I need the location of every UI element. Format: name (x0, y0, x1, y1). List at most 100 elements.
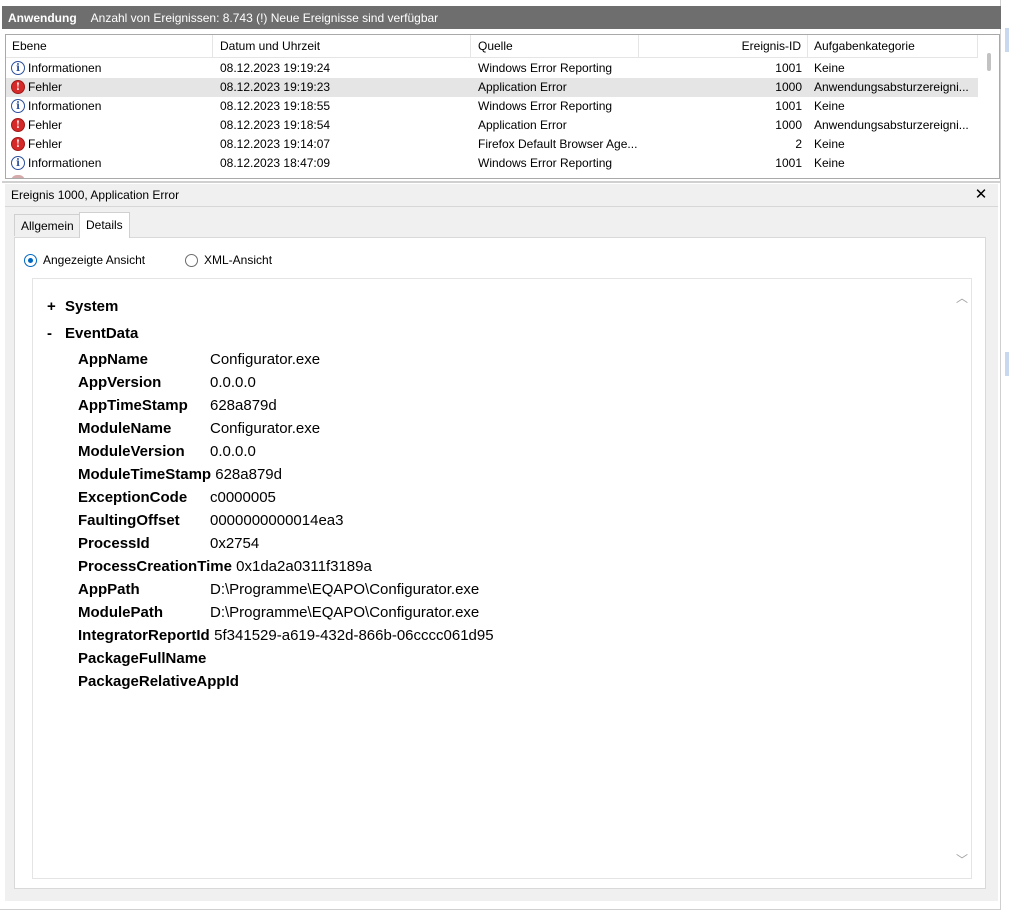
event-level: Fehler (28, 137, 63, 151)
field-name: ProcessCreationTime (78, 558, 232, 575)
field-value: 0x1da2a0311f3189a (236, 558, 372, 575)
field-row: ExceptionCode c0000005 (78, 486, 276, 509)
event-level: Informationen (28, 99, 102, 113)
column-header-task-category[interactable]: Aufgabenkategorie (808, 35, 978, 57)
event-datetime: 08.12.2023 19:19:24 (220, 61, 331, 75)
event-row[interactable]: ! Fehler 08.12.2023 19:18:54 Application… (6, 116, 978, 135)
events-list-header: Ebene Datum und Uhrzeit Quelle Ereignis-… (6, 35, 978, 58)
field-row: ModuleVersion 0.0.0.0 (78, 440, 256, 463)
field-row: AppName Configurator.exe (78, 348, 320, 371)
collapse-icon[interactable]: - (47, 325, 65, 342)
field-value: 628a879d (215, 466, 282, 483)
chevron-up-icon[interactable]: ︿ (955, 289, 969, 306)
field-name: ModulePath (78, 604, 163, 621)
event-level: Informationen (28, 61, 102, 75)
field-value: 0.0.0.0 (210, 374, 256, 391)
scrollbar-thumb[interactable] (987, 53, 991, 71)
event-category: Anwendungsabsturzereigni... (814, 80, 969, 94)
event-detail-header: Ereignis 1000, Application Error ✕ (5, 184, 998, 207)
event-datetime: 08.12.2023 18:47:09 (220, 156, 331, 170)
field-row: ModuleTimeStamp 628a879d (78, 463, 282, 486)
events-list-scrollbar[interactable] (980, 35, 999, 178)
column-header-source[interactable]: Quelle (471, 35, 639, 57)
field-value: Configurator.exe (210, 351, 321, 368)
event-category: Keine (814, 137, 845, 151)
event-level: Fehler (28, 118, 63, 132)
event-data-view[interactable]: ︿ ﹀ + System - EventData AppName Configurat… (32, 278, 972, 879)
event-row[interactable]: i Informationen 08.12.2023 19:18:55 Wind… (6, 97, 978, 116)
column-header-datetime[interactable]: Datum und Uhrzeit (213, 35, 471, 57)
field-row: IntegratorReportId 5f341529-a619-432d-86… (78, 624, 494, 647)
field-value: Configurator.exe (210, 420, 321, 437)
event-row[interactable]: ! Fehler 08.12.2023 19:14:07 Firefox Def… (6, 135, 978, 154)
radio-friendly-view[interactable]: Angezeigte Ansicht (24, 252, 145, 268)
field-row: ProcessCreationTime 0x1da2a0311f3189a (78, 555, 372, 578)
side-marker (1005, 352, 1009, 376)
event-datetime: 08.12.2023 19:18:54 (220, 118, 331, 132)
info-icon: i (11, 156, 25, 170)
field-name: ExceptionCode (78, 489, 188, 506)
field-name: ModuleTimeStamp (78, 466, 212, 483)
event-id: 1000 (775, 118, 802, 132)
tab-general[interactable]: Allgemein (14, 214, 81, 236)
event-row[interactable]: i Informationen 08.12.2023 19:19:24 Wind… (6, 59, 978, 78)
event-id: 1001 (775, 61, 802, 75)
event-source: Windows Error Reporting (478, 61, 613, 75)
tab-details[interactable]: Details (79, 212, 130, 238)
field-name: ModuleVersion (78, 443, 185, 460)
field-row: ModulePath D:\Programme\EQAPO\Configurato… (78, 601, 479, 624)
node-eventdata-label: EventData (65, 325, 139, 342)
node-system[interactable]: + System (47, 298, 118, 315)
close-icon[interactable]: ✕ (974, 184, 988, 206)
field-value: 0.0.0.0 (210, 443, 256, 460)
radio-checked-icon[interactable] (24, 253, 37, 267)
node-system-label: System (65, 298, 119, 315)
error-icon: ! (11, 118, 25, 132)
event-row[interactable]: i Informationen 08.12.2023 18:47:09 Wind… (6, 154, 978, 173)
event-count-text: Anzahl von Ereignissen: 8.743 (!) Neue E… (90, 10, 439, 25)
column-header-event-id[interactable]: Ereignis-ID (639, 35, 808, 57)
field-row: FaultingOffset 0000000000014ea3 (78, 509, 343, 532)
field-name: AppVersion (78, 374, 162, 391)
events-list[interactable]: Ebene Datum und Uhrzeit Quelle Ereignis-… (5, 34, 1000, 179)
column-header-level[interactable]: Ebene (6, 35, 213, 57)
event-category: Keine (814, 156, 845, 170)
radio-xml-view[interactable]: XML-Ansicht (185, 252, 272, 268)
field-name: AppTimeStamp (78, 397, 188, 414)
field-value: 5f341529-a619-432d-866b-06cccc061d95 (214, 627, 494, 644)
field-name: ProcessId (78, 535, 150, 552)
error-icon: ! (11, 137, 25, 151)
field-row: PackageFullName (78, 647, 210, 670)
field-name: PackageRelativeAppId (78, 673, 239, 690)
chevron-down-icon[interactable]: ﹀ (955, 851, 969, 868)
field-row: AppTimeStamp 628a879d (78, 394, 277, 417)
pane-splitter[interactable] (2, 181, 1001, 183)
field-name: AppPath (78, 581, 140, 598)
field-value: 628a879d (210, 397, 277, 414)
event-datetime: 08.12.2023 19:18:55 (220, 99, 331, 113)
event-datetime: 08.12.2023 19:19:23 (220, 80, 331, 94)
event-category: Keine (814, 99, 845, 113)
field-value: 0x2754 (210, 535, 260, 552)
info-icon: i (11, 61, 25, 75)
field-name: AppName (78, 351, 149, 368)
event-row-selected[interactable]: ! Fehler 08.12.2023 19:19:23 Application… (6, 78, 978, 97)
event-detail-title: Ereignis 1000, Application Error (11, 188, 180, 202)
event-id: 1001 (775, 99, 802, 113)
expand-icon[interactable]: + (47, 298, 65, 315)
node-eventdata[interactable]: - EventData (47, 325, 138, 342)
radio-friendly-view-label: Angezeigte Ansicht (43, 253, 146, 267)
event-category: Keine (814, 61, 845, 75)
event-datetime: 08.12.2023 19:14:07 (220, 137, 331, 151)
field-value: 0000000000014ea3 (210, 512, 344, 529)
log-name: Anwendung (8, 10, 77, 25)
info-icon: i (11, 99, 25, 113)
field-row: ModuleName Configurator.exe (78, 417, 320, 440)
field-name: IntegratorReportId (78, 627, 210, 644)
event-id: 2 (795, 137, 802, 151)
field-row: ProcessId 0x2754 (78, 532, 259, 555)
event-source: Application Error (478, 118, 567, 132)
field-value: c0000005 (210, 489, 276, 506)
field-row: AppPath D:\Programme\EQAPO\Configurator.e… (78, 578, 479, 601)
radio-unchecked-icon[interactable] (185, 253, 198, 267)
